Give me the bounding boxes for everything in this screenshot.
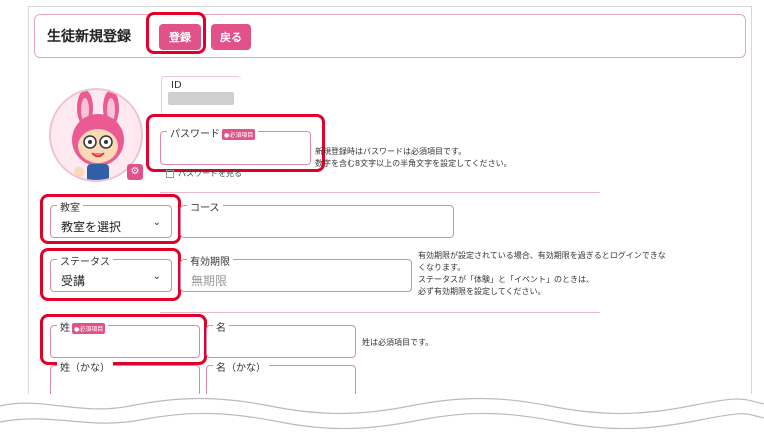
show-password-checkbox[interactable] bbox=[166, 169, 174, 178]
expiry-label: 有効期限 bbox=[187, 253, 233, 268]
show-password-label: パスワードを見る bbox=[178, 169, 242, 178]
course-label: コース bbox=[187, 199, 223, 214]
section-divider bbox=[160, 192, 600, 193]
expiry-note: 有効期限が設定されている場合、有効期限を過ぎるとログインできな くなります。 ス… bbox=[418, 251, 666, 296]
torn-edge-decoration bbox=[0, 394, 764, 433]
page-title: 生徒新規登録 bbox=[47, 29, 131, 45]
first-name-input[interactable]: 名 bbox=[206, 319, 356, 358]
last-name-kana-label: 姓（かな） bbox=[57, 359, 113, 374]
name-note: 姓は必須項目です。 bbox=[362, 338, 434, 347]
first-name-kana-label: 名（かな） bbox=[213, 359, 269, 374]
page-header: 生徒新規登録 登録 戻る bbox=[34, 14, 746, 58]
id-label: ID bbox=[171, 80, 182, 91]
password-note: 新規登録時はパスワードは必須項目です。 数字を含む8文字以上の半角文字を設定して… bbox=[315, 147, 512, 168]
back-button[interactable]: 戻る bbox=[211, 24, 251, 50]
show-password-toggle[interactable]: パスワードを見る bbox=[166, 168, 242, 179]
highlight-last-name bbox=[40, 314, 207, 365]
expiry-input[interactable]: 有効期限 無期限 bbox=[180, 253, 412, 292]
expiry-placeholder: 無期限 bbox=[191, 274, 228, 288]
course-select[interactable]: コース bbox=[180, 199, 454, 238]
highlight-register bbox=[146, 12, 206, 54]
highlight-password bbox=[146, 114, 325, 172]
avatar-settings-icon[interactable]: ⚙ bbox=[127, 164, 143, 180]
section-divider bbox=[160, 312, 600, 313]
first-name-label: 名 bbox=[213, 319, 229, 334]
highlight-status bbox=[40, 248, 181, 301]
id-value-masked bbox=[168, 92, 234, 105]
highlight-classroom bbox=[40, 194, 181, 244]
